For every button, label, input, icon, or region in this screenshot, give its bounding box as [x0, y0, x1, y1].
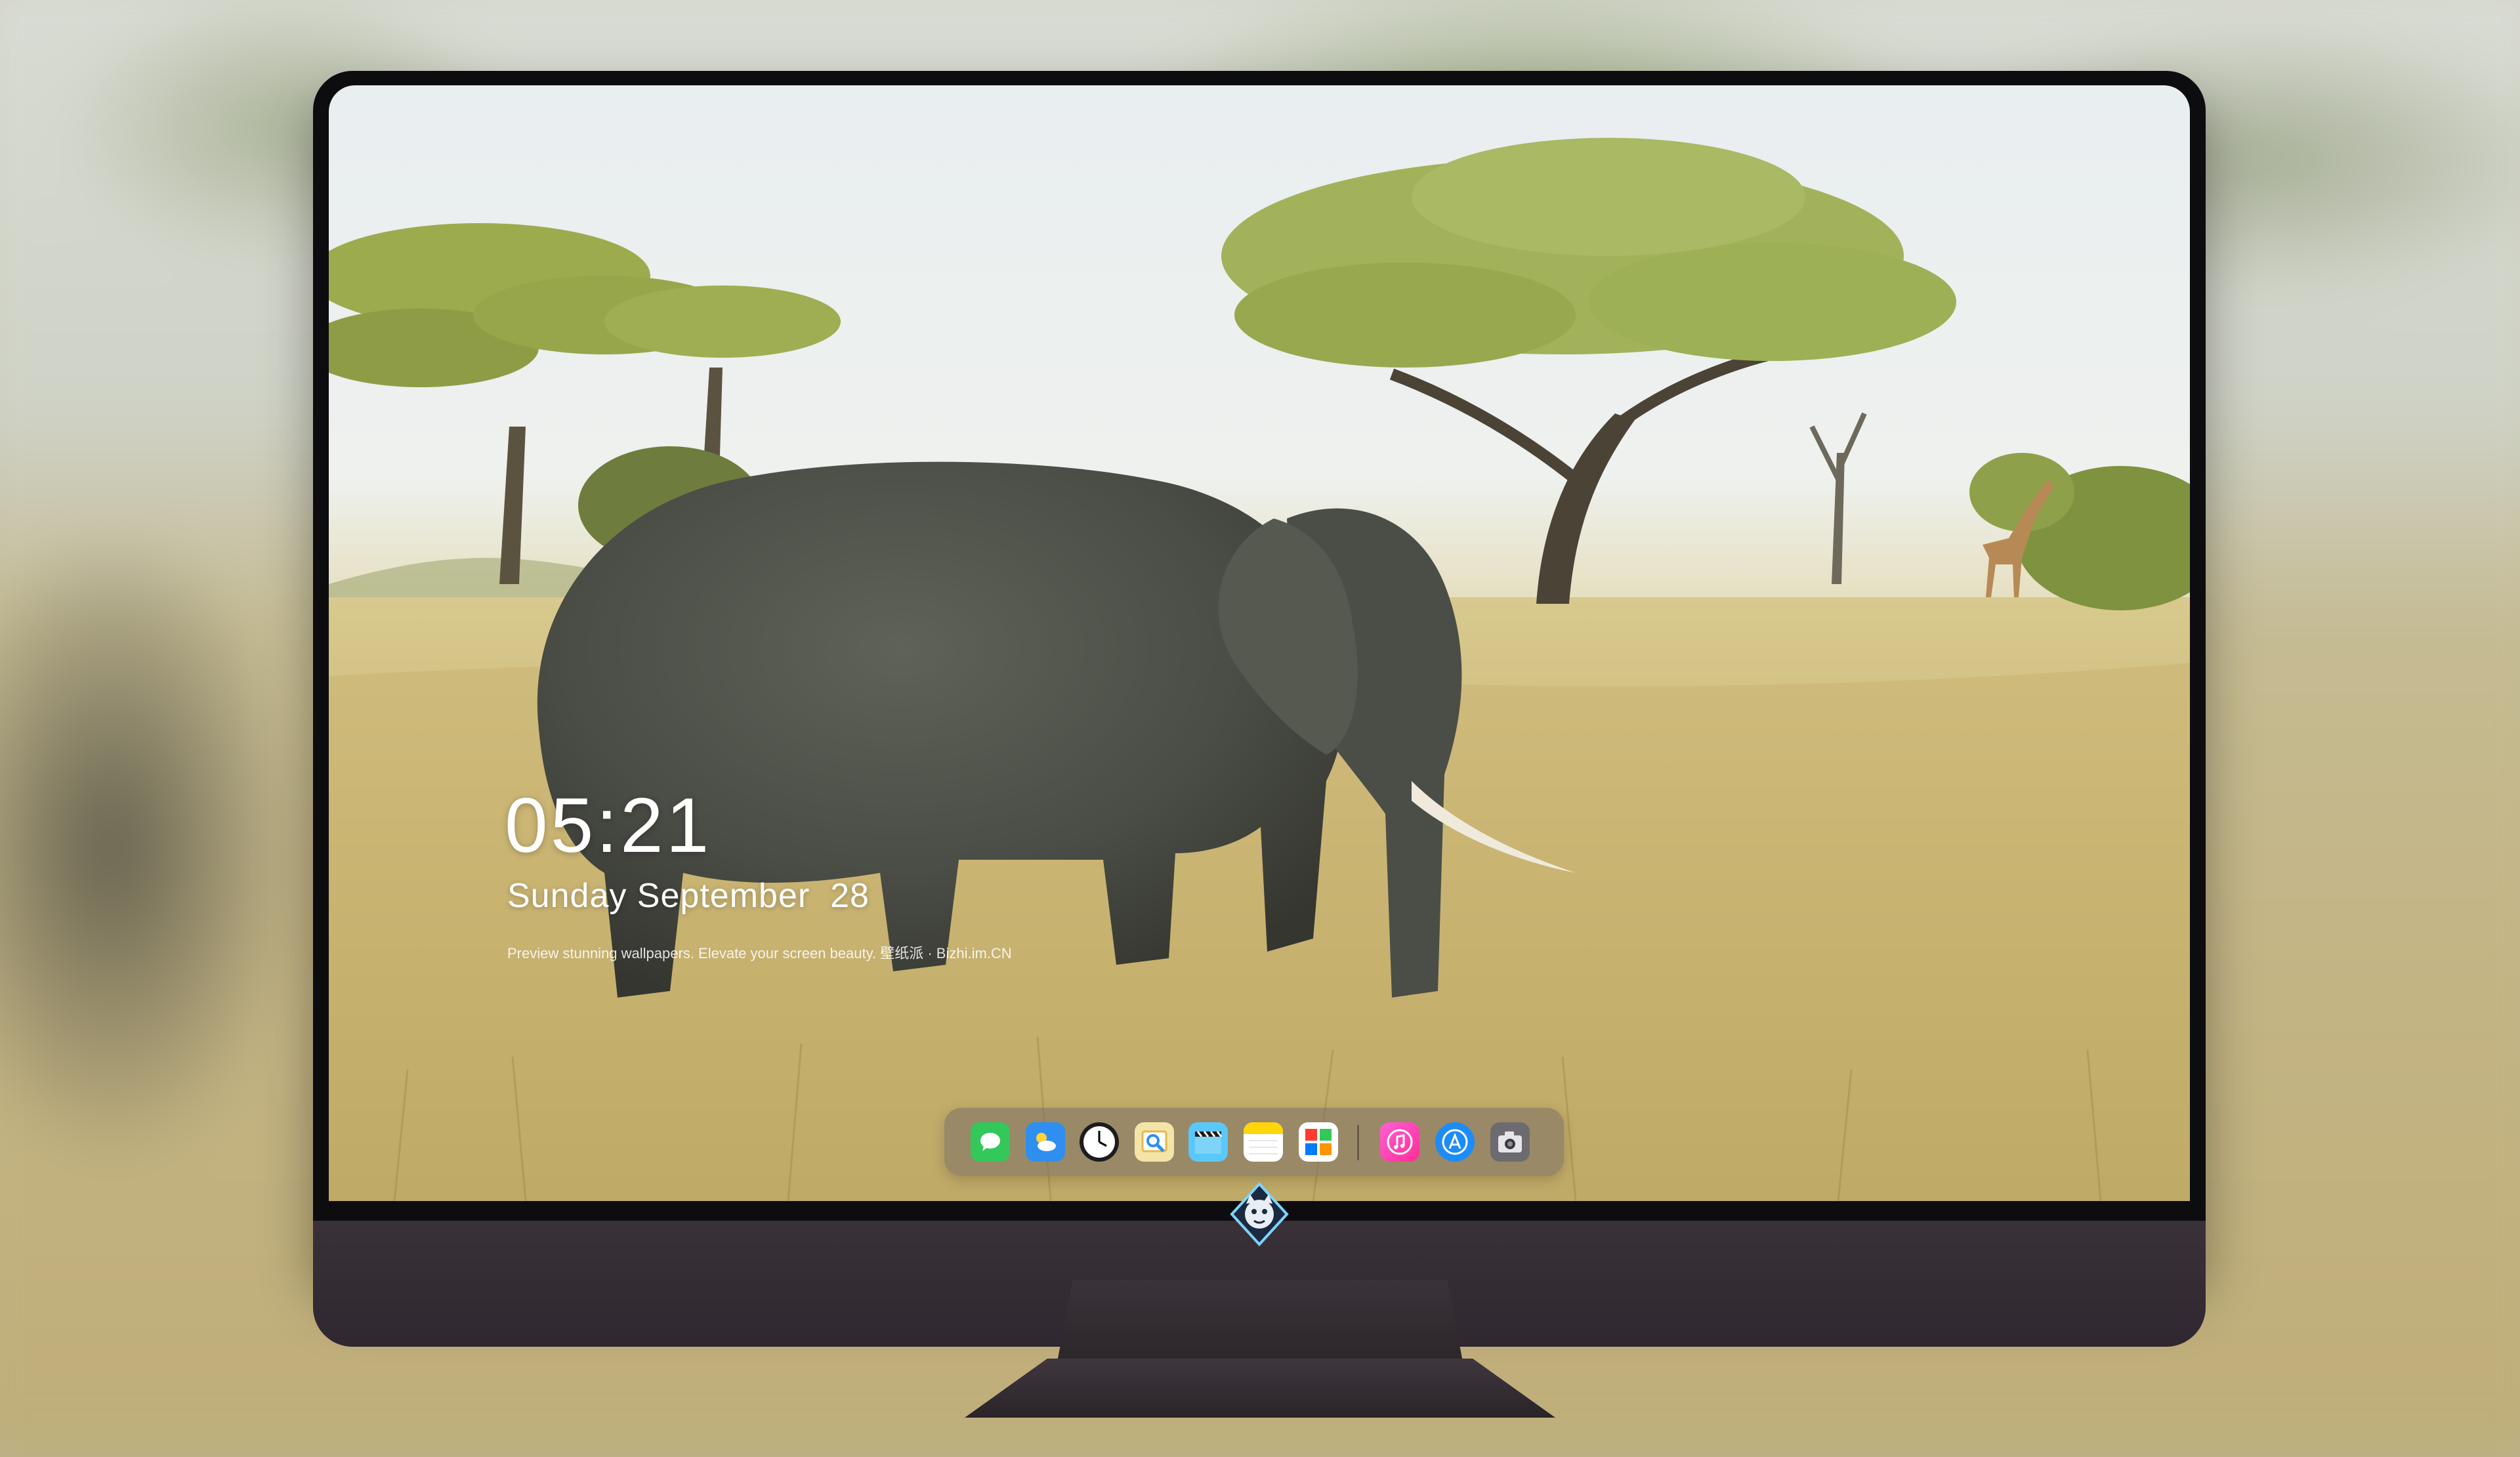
music-icon[interactable]	[1380, 1122, 1419, 1162]
clips-icon[interactable]	[1188, 1122, 1228, 1162]
photos-grid-icon[interactable]	[1299, 1122, 1338, 1162]
dock-separator	[1357, 1125, 1359, 1160]
lock-date: Sunday September 28	[507, 877, 870, 915]
wallpaper-credit: Preview stunning wallpapers. Elevate you…	[507, 945, 1012, 961]
app-store-icon[interactable]	[1435, 1122, 1475, 1162]
clock-icon[interactable]	[1080, 1122, 1119, 1162]
dock	[944, 1108, 1564, 1176]
wallpaper-image	[329, 138, 2190, 1201]
monitor-stand-neck	[1057, 1280, 1463, 1365]
monitor: 05:21 Sunday September 28 Preview stunni…	[313, 71, 2206, 1347]
weather-icon[interactable]	[1026, 1122, 1065, 1162]
preview-icon[interactable]	[1135, 1122, 1174, 1162]
camera-icon[interactable]	[1490, 1122, 1530, 1162]
messages-icon[interactable]	[971, 1122, 1010, 1162]
brand-logo-icon	[1230, 1182, 1289, 1246]
lock-screen: 05:21 Sunday September 28 Preview stunni…	[329, 85, 2190, 1201]
monitor-stand-base	[965, 1359, 1555, 1418]
lock-clock: 05:21	[505, 782, 712, 869]
notes-icon[interactable]	[1244, 1122, 1283, 1162]
